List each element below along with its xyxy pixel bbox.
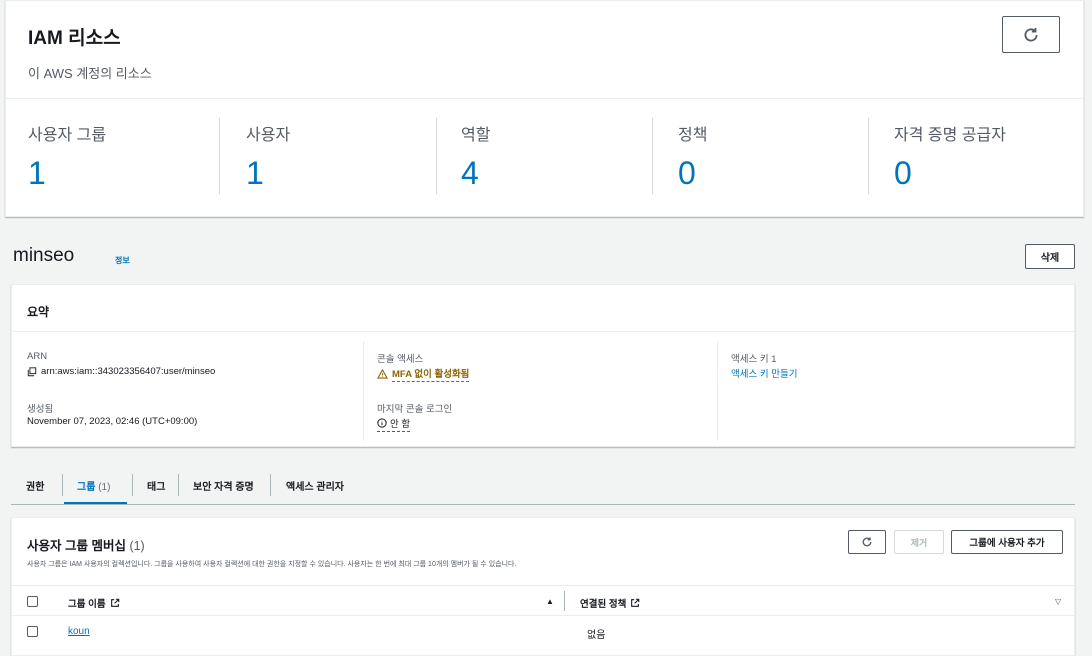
iam-resources-subtitle: 이 AWS 계정의 리소스: [28, 66, 152, 81]
arn-label: ARN: [27, 351, 48, 362]
tab-separator: [62, 474, 63, 496]
column-label: 그룹 이름: [68, 599, 106, 610]
groups-refresh-button[interactable]: [848, 530, 886, 554]
refresh-icon: [1024, 27, 1038, 41]
column-label: 연결된 정책: [580, 599, 627, 610]
attached-policies-value: 없음: [587, 630, 606, 641]
tab-permissions[interactable]: 권한: [26, 478, 44, 493]
last-login-label: 마지막 콘솔 로그인: [377, 404, 453, 415]
stat-value-link[interactable]: 1: [28, 155, 46, 192]
user-detail-section: minseo 정보 삭제 요약 ARN arn:aws:iam::3430233…: [5, 236, 1084, 656]
stat-label: 정책: [678, 127, 708, 144]
summary-panel: 요약 ARN arn:aws:iam::343023356407:user/mi…: [11, 284, 1075, 447]
divider: [868, 118, 869, 194]
user-tabs: 권한 그룹 (1) 태그 보안 자격 증명 액세스 관리자: [11, 468, 1075, 505]
created-value: November 07, 2023, 02:46 (UTC+09:00): [27, 416, 198, 427]
stat-label: 사용자 그룹: [28, 127, 107, 144]
info-icon: [377, 418, 387, 428]
summary-title: 요약: [27, 305, 50, 319]
stat-label: 자격 증명 공급자: [894, 127, 1006, 144]
stat-identity-providers: 자격 증명 공급자 0: [894, 99, 1084, 218]
table-header: 그룹 이름 ▲ 연결된 정책 ▽: [12, 585, 1074, 616]
arn-text: arn:aws:iam::343023356407:user/minseo: [41, 366, 216, 377]
group-membership-count: (1): [129, 539, 145, 553]
group-name-link[interactable]: koun: [68, 626, 90, 637]
divider: [219, 118, 220, 194]
group-membership-title: 사용자 그룹 멤버십 (1): [27, 535, 145, 554]
last-login-status[interactable]: 안 함: [377, 416, 411, 432]
tab-count: (1): [98, 482, 111, 493]
select-all-checkbox[interactable]: [27, 596, 38, 607]
column-separator: [564, 591, 565, 611]
stat-label: 사용자: [246, 127, 291, 144]
row-checkbox[interactable]: [27, 626, 38, 637]
group-membership-title-text: 사용자 그룹 멤버십: [27, 539, 126, 553]
iam-resources-title: IAM 리소스: [28, 28, 121, 49]
warning-icon: [377, 369, 388, 379]
tab-groups[interactable]: 그룹 (1): [77, 478, 110, 493]
external-link-icon: [631, 598, 640, 607]
stat-users: 사용자 1: [246, 99, 436, 218]
summary-header: 요약: [12, 285, 1074, 332]
iam-resources-header: IAM 리소스 이 AWS 계정의 리소스: [6, 1, 1083, 99]
tab-label: 액세스 관리자: [286, 482, 344, 493]
column-group-name[interactable]: 그룹 이름: [68, 596, 120, 610]
tab-label: 보안 자격 증명: [193, 482, 254, 493]
console-access-status[interactable]: MFA 없이 활성화됨: [392, 366, 470, 382]
copy-icon[interactable]: [27, 366, 37, 377]
user-name-heading: minseo: [13, 245, 75, 266]
tab-separator: [132, 474, 133, 496]
table-row: koun 없음: [12, 616, 1074, 647]
arn-value: arn:aws:iam::343023356407:user/minseo: [27, 366, 215, 377]
group-membership-panel: 사용자 그룹 멤버십 (1) 사용자 그룹은 IAM 사용자의 컬렉션입니다. …: [11, 517, 1075, 656]
tab-label: 권한: [26, 482, 45, 493]
external-link-icon: [110, 598, 119, 607]
divider: [652, 118, 653, 194]
tab-separator: [270, 474, 271, 496]
stat-value-link[interactable]: 0: [894, 155, 912, 192]
group-membership-description: 사용자 그룹은 IAM 사용자의 컬렉션입니다. 그룹을 사용하여 사용자 컬렉…: [27, 561, 517, 568]
tabs-baseline: [11, 504, 1075, 505]
stat-label: 역할: [461, 127, 491, 144]
column-attached-policies[interactable]: 연결된 정책: [580, 596, 640, 610]
create-access-key-link[interactable]: 액세스 키 만들기: [731, 366, 797, 380]
console-access-label: 콘솔 액세스: [377, 354, 424, 365]
stat-value-link[interactable]: 1: [246, 155, 264, 192]
add-user-to-group-button[interactable]: 그룹에 사용자 추가: [951, 530, 1063, 554]
last-login-value: 안 함: [377, 416, 411, 432]
delete-user-button[interactable]: 삭제: [1025, 244, 1075, 269]
tab-separator: [178, 474, 179, 496]
divider: [436, 118, 437, 194]
tab-tags[interactable]: 태그: [147, 478, 165, 493]
last-login-text: 안 함: [390, 419, 411, 430]
divider: [363, 341, 364, 441]
tab-access-advisor[interactable]: 액세스 관리자: [286, 478, 344, 493]
sort-descending-icon[interactable]: ▽: [1055, 597, 1061, 606]
tab-label: 태그: [147, 482, 166, 493]
tab-security-credentials[interactable]: 보안 자격 증명: [193, 478, 254, 493]
resources-refresh-button[interactable]: [1002, 16, 1060, 53]
remove-from-group-button[interactable]: 제거: [894, 530, 944, 554]
divider: [717, 341, 718, 441]
stat-value-link[interactable]: 4: [461, 155, 479, 192]
stat-user-groups: 사용자 그룹 1: [28, 99, 218, 218]
stat-roles: 역할 4: [461, 99, 651, 218]
created-label: 생성됨: [27, 404, 54, 415]
sort-ascending-icon[interactable]: ▲: [546, 597, 554, 606]
refresh-icon: [862, 537, 872, 547]
tab-label: 그룹: [77, 482, 96, 493]
stat-policies: 정책 0: [678, 99, 868, 218]
iam-resources-panel: IAM 리소스 이 AWS 계정의 리소스 사용자 그룹 1 사용자 1 역할 …: [5, 0, 1084, 217]
info-link[interactable]: 정보: [115, 255, 130, 266]
access-key-label: 액세스 키 1: [731, 354, 777, 365]
console-access-value: MFA 없이 활성화됨: [377, 366, 470, 382]
stat-value-link[interactable]: 0: [678, 155, 696, 192]
